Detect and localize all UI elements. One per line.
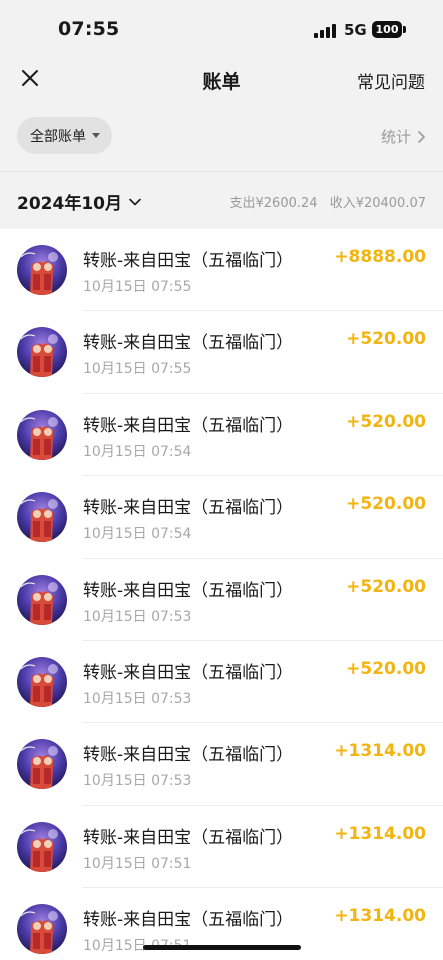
month-summary: 支出¥2600.24 收入¥20400.07 [222,192,426,211]
transaction-time: 10月15日 07:53 [83,690,192,707]
transaction-title: 转账-来自田宝（五福临门） [83,251,294,271]
transaction-amount: +520.00 [346,411,426,432]
avatar [17,574,67,625]
transaction-amount: +8888.00 [334,247,426,267]
battery-icon: 100 [372,21,402,38]
status-time: 07:55 [58,18,120,40]
transaction-time: 10月15日 07:55 [83,279,192,295]
month-selector[interactable]: 2024年10月 [17,189,141,214]
transaction-title: 转账-来自田宝（五福临门） [83,662,294,683]
income-total: 收入¥20400.07 [329,196,426,211]
transaction-time: 10月15日 07:54 [83,443,192,460]
chevron-down-icon [129,198,141,205]
avatar [17,904,67,955]
transaction-amount: +520.00 [346,494,426,515]
transaction-amount: +1314.00 [334,741,426,762]
transaction-title: 转账-来自田宝（五福临门） [83,415,294,436]
transaction-row[interactable]: 转账-来自田宝（五福临门） 10月15日 07:53 +520.00 [0,559,443,641]
transaction-time: 10月15日 07:51 [83,855,192,872]
transaction-row[interactable]: 转账-来自田宝（五福临门） 10月15日 07:55 +520.00 [0,311,443,394]
bill-filter-dropdown[interactable]: 全部账单 [17,117,112,154]
avatar [17,245,67,295]
avatar [17,821,67,872]
transaction-row[interactable]: 转账-来自田宝（五福临门） 10月15日 07:53 +520.00 [0,641,443,724]
transaction-row[interactable]: 转账-来自田宝（五福临门） 10月15日 07:54 +520.00 [0,476,443,559]
avatar [17,656,67,707]
transaction-amount: +520.00 [346,329,426,350]
transaction-amount: +520.00 [346,576,426,597]
close-icon[interactable] [18,66,42,90]
transaction-title: 转账-来自田宝（五福临门） [83,745,294,766]
avatar [17,327,67,378]
network-label: 5G [344,21,367,39]
battery-tip [403,26,406,33]
screen: 07:55 5G 100 账单 常见问题 全部账单 统计 2024年10月 支出… [0,0,443,960]
transaction-row[interactable]: 转账-来自田宝（五福临门） 10月15日 07:54 +520.00 [0,394,443,477]
transaction-time: 10月15日 07:53 [83,608,192,625]
nav-bar: 账单 常见问题 [0,60,443,100]
faq-link[interactable]: 常见问题 [357,68,425,93]
chevron-right-icon [418,130,425,143]
transaction-list: 转账-来自田宝（五福临门） 10月15日 07:55 +8888.00 转账-来… [0,229,443,960]
home-indicator [143,945,301,950]
expense-total: 支出¥2600.24 [229,196,318,211]
avatar [17,739,67,790]
transaction-amount: +1314.00 [334,906,426,927]
bill-filter-label: 全部账单 [30,128,86,145]
transaction-time: 10月15日 07:53 [83,773,192,790]
status-bar: 07:55 5G 100 [0,0,443,60]
transaction-row[interactable]: 转账-来自田宝（五福临门） 10月15日 07:53 +1314.00 [0,723,443,806]
signal-icon [314,24,338,38]
stats-link[interactable]: 统计 [381,126,426,147]
transaction-title: 转账-来自田宝（五福临门） [83,498,294,519]
transaction-title: 转账-来自田宝（五福临门） [83,333,294,354]
avatar [17,492,67,543]
transaction-row[interactable]: 转账-来自田宝（五福临门） 10月15日 07:55 +8888.00 [0,229,443,312]
stats-label: 统计 [380,128,411,146]
avatar [17,409,67,460]
month-label: 2024年10月 [17,194,122,214]
transaction-time: 10月15日 07:54 [83,526,192,543]
caret-down-icon [92,133,100,138]
transaction-amount: +1314.00 [334,823,426,844]
month-row: 2024年10月 支出¥2600.24 收入¥20400.07 [0,172,443,229]
filter-row: 全部账单 统计 [0,117,443,155]
transaction-title: 转账-来自田宝（五福临门） [83,580,294,601]
transaction-time: 10月15日 07:55 [83,361,192,378]
transaction-title: 转账-来自田宝（五福临门） [83,910,294,931]
transaction-row[interactable]: 转账-来自田宝（五福临门） 10月15日 07:51 +1314.00 [0,806,443,889]
transaction-amount: +520.00 [346,658,426,679]
transaction-title: 转账-来自田宝（五福临门） [83,827,294,848]
